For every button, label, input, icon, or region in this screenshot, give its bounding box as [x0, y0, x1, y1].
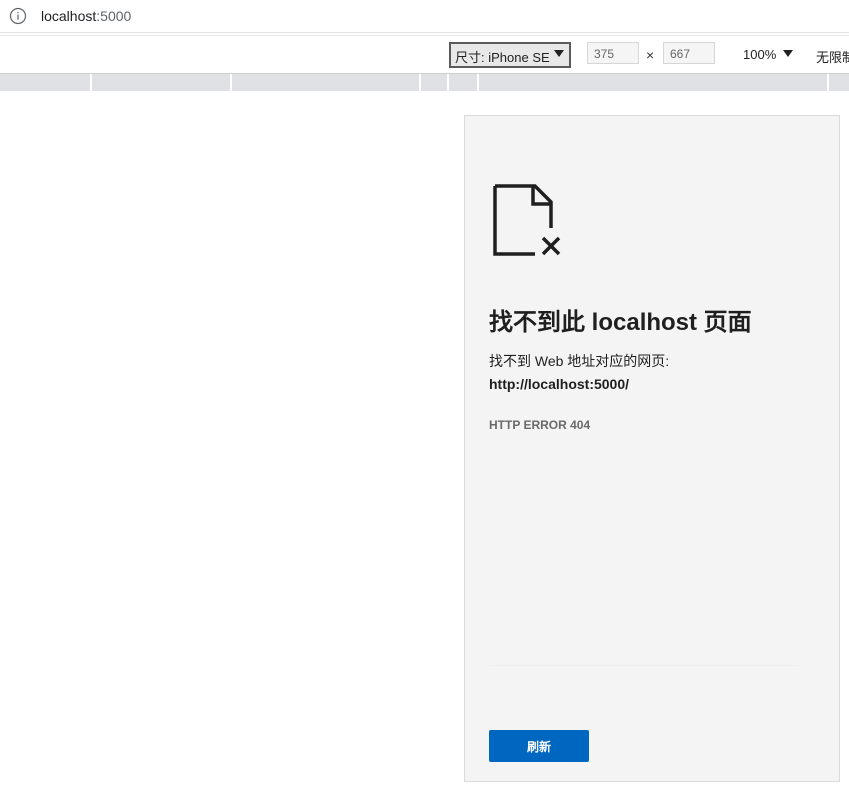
ruler-divider: [447, 74, 449, 91]
device-dropdown-label: 尺寸: iPhone SE: [455, 50, 550, 65]
ruler-divider: [230, 74, 232, 91]
dropdown-caret-icon: [554, 50, 564, 57]
address-bar[interactable]: localhost:5000: [0, 0, 849, 33]
error-url: http://localhost:5000/: [489, 376, 630, 392]
device-toolbar: 尺寸: iPhone SE 375 × 667 100% 无限制: [0, 35, 849, 74]
device-dropdown[interactable]: 尺寸: iPhone SE: [449, 42, 571, 68]
device-viewport: 找不到此 localhost 页面 找不到 Web 地址对应的网页: http:…: [464, 115, 840, 782]
error-description: 找不到 Web 地址对应的网页:: [489, 353, 670, 369]
ruler-divider: [90, 74, 92, 91]
zoom-dropdown[interactable]: 100%: [743, 47, 776, 62]
error-title: 找不到此 localhost 页面: [489, 309, 752, 336]
info-icon[interactable]: [9, 7, 27, 25]
url-host: localhost: [41, 8, 97, 24]
media-query-ruler[interactable]: [0, 74, 849, 91]
ruler-divider: [419, 74, 421, 91]
url-text[interactable]: localhost:5000: [41, 8, 131, 24]
page-not-found-icon: [493, 184, 561, 256]
zoom-caret-icon[interactable]: [783, 50, 793, 57]
divider: [489, 665, 799, 666]
ruler-divider: [477, 74, 479, 91]
throttling-dropdown[interactable]: 无限制: [816, 47, 849, 66]
width-input[interactable]: 375: [587, 42, 639, 64]
ruler-divider: [827, 74, 829, 91]
dimension-separator: ×: [646, 47, 655, 63]
height-input[interactable]: 667: [663, 42, 715, 64]
error-code: HTTP ERROR 404: [489, 418, 591, 432]
url-port: :5000: [96, 8, 132, 24]
reload-button[interactable]: 刷新: [489, 730, 589, 762]
